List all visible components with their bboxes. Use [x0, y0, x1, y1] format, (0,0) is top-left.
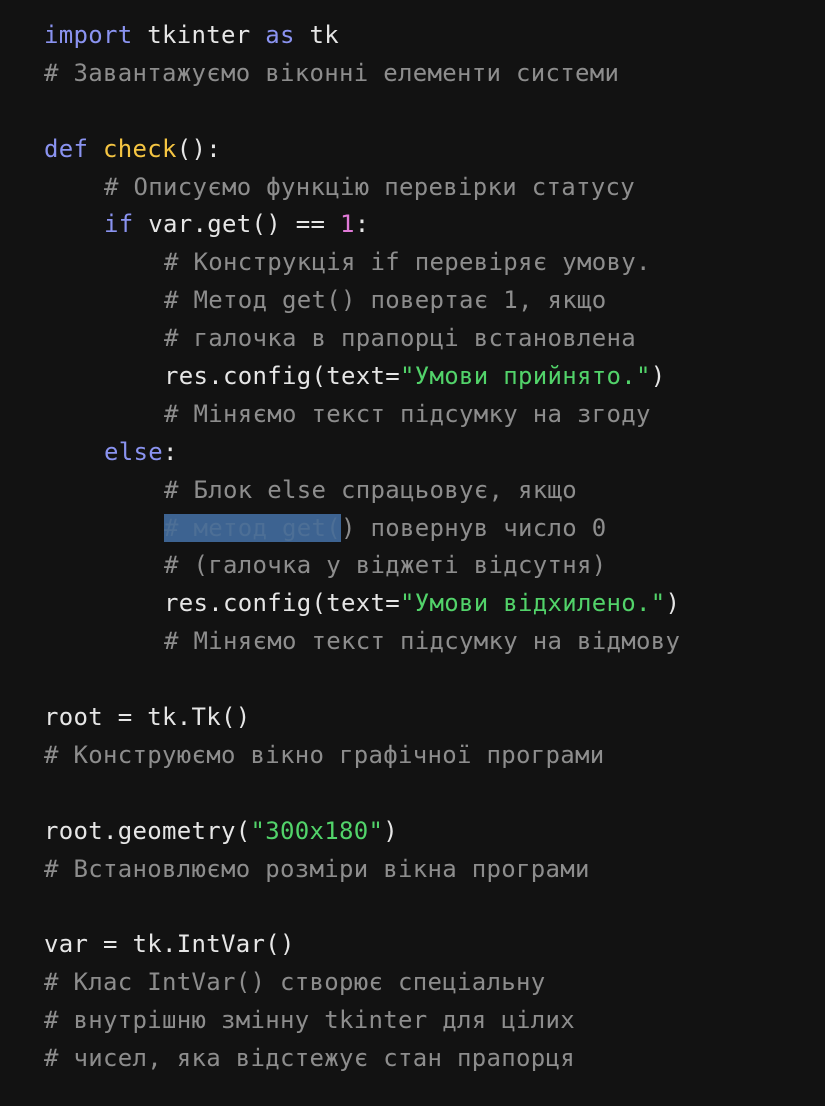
code-line-5: # Описуємо функцію перевірки статусу: [44, 169, 815, 207]
code-editor[interactable]: import tkinter as tk # Завантажуємо віко…: [44, 17, 815, 1078]
code-line-14: # метод get() повернув число 0: [44, 510, 815, 548]
function-name: check: [103, 134, 177, 163]
code-line-13: # Блок else спрацьовує, якщо: [44, 472, 815, 510]
comment: # чисел, яка відстежує стан прапорця: [44, 1044, 575, 1073]
module-name: tkinter: [132, 21, 266, 49]
code-line-7: # Конструкція if перевіряє умову.: [44, 244, 815, 282]
code-statement: var = tk.IntVar(): [44, 930, 295, 959]
code-line-23: # Встановлюємо розміри вікна програми: [44, 851, 815, 889]
keyword-if: if: [104, 210, 134, 239]
comment: # Завантажуємо віконні елементи системи: [44, 58, 620, 87]
comment: # внутрішню змінну tkinter для цілих: [44, 1006, 575, 1035]
code-line-20: # Конструюємо вікно графічної програми: [44, 737, 815, 775]
code-line-22: root.geometry("300x180"): [44, 816, 398, 845]
keyword-import: import: [44, 21, 133, 49]
comment: # Описуємо функцію перевірки статусу: [104, 172, 635, 201]
code-line-21-empty: [44, 775, 815, 813]
code-line-12: else:: [104, 437, 178, 466]
comment: # Блок else спрацьовує, якщо: [164, 475, 577, 504]
comment: # Конструюємо вікно графічної програми: [44, 740, 605, 769]
code-line-24-empty: [44, 888, 815, 926]
code-line-19: root = tk.Tk(): [44, 699, 815, 737]
code-line-11: # Міняємо текст підсумку на згоду: [44, 396, 815, 434]
code-line-25: var = tk.IntVar(): [44, 926, 815, 964]
keyword-as: as: [265, 21, 295, 49]
code-line-27: # внутрішню змінну tkinter для цілих: [44, 1002, 815, 1040]
code-line-9: # галочка в прапорці встановлена: [44, 320, 815, 358]
code-line-6: if var.get() == 1:: [104, 210, 370, 239]
code-line-4: def check():: [44, 131, 815, 169]
geometry-call: root.geometry(: [44, 816, 251, 845]
comment: # Конструкція if перевіряє умову.: [164, 248, 651, 277]
code-line-10: res.config(text="Умови прийнято."): [164, 362, 666, 391]
module-alias: tk: [294, 21, 339, 49]
comment: # Міняємо текст підсумку на згоду: [164, 399, 651, 428]
code-line-26: # Клас IntVar() створює спеціальну: [44, 964, 815, 1002]
comment: # Клас IntVar() створює спеціальну: [44, 968, 546, 997]
config-call: res.config(text=: [164, 589, 400, 618]
string-literal: "Умови прийнято.": [400, 362, 651, 391]
comment: # (галочка у віджеті відсутня): [164, 551, 607, 580]
condition-expression: var.get() ==: [133, 210, 340, 239]
config-call: res.config(text=: [164, 362, 400, 391]
code-line-17: # Міняємо текст підсумку на відмову: [44, 623, 815, 661]
code-line-18-empty: [44, 661, 815, 699]
keyword-else: else: [104, 437, 163, 466]
code-line-28: # чисел, яка відстежує стан прапорця: [44, 1040, 815, 1078]
code-line-15: # (галочка у віджеті відсутня): [44, 547, 815, 585]
comment: # Встановлюємо розміри вікна програми: [44, 854, 590, 883]
number-literal: 1: [340, 210, 355, 239]
code-line-8: # Метод get() повертає 1, якщо: [44, 282, 815, 320]
function-signature-rest: ():: [176, 134, 221, 163]
keyword-def: def: [44, 134, 89, 163]
code-line-16: res.config(text="Умови відхилено."): [164, 589, 681, 618]
string-literal: "300x180": [250, 816, 384, 845]
comment: # Метод get() повертає 1, якщо: [164, 286, 607, 315]
comment: # галочка в прапорці встановлена: [164, 324, 636, 353]
code-line-1: import tkinter as tk: [44, 17, 815, 55]
code-line-2: # Завантажуємо віконні елементи системи: [44, 55, 815, 93]
code-statement: root = tk.Tk(): [44, 703, 251, 732]
comment: ) повернув число 0: [341, 513, 607, 542]
comment: # Міняємо текст підсумку на відмову: [164, 627, 681, 656]
string-literal: "Умови відхилено.": [400, 589, 666, 618]
code-line-3-empty: [44, 93, 815, 131]
text-selection[interactable]: # метод get(: [164, 513, 341, 542]
